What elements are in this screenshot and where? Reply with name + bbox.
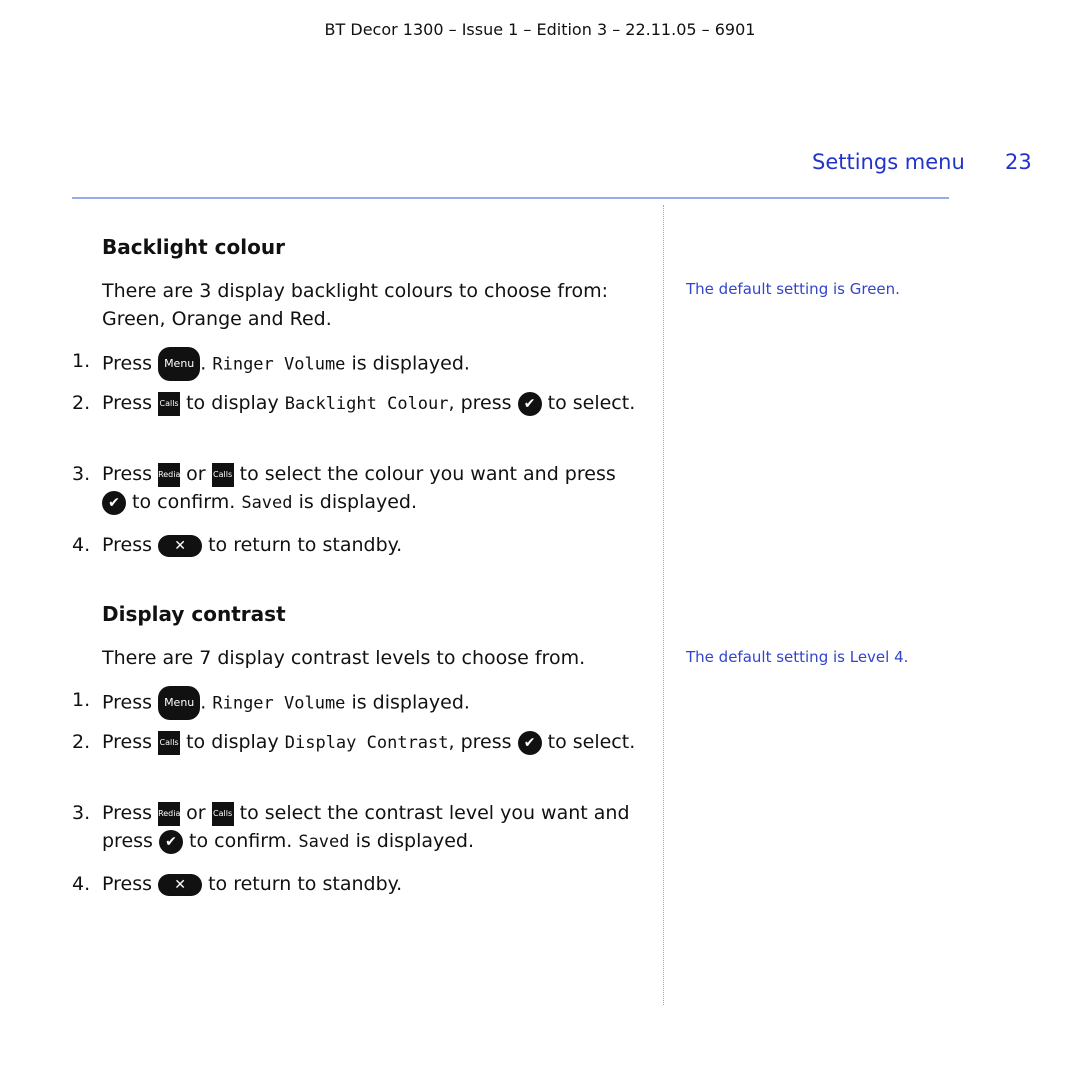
contrast-heading: Display contrast xyxy=(102,602,286,626)
cancel-key-icon: ✕ xyxy=(158,534,203,557)
header-rule xyxy=(72,197,949,199)
step-4: 4. Press ✕ to return to standby. xyxy=(72,534,403,557)
ok-check-icon: ✔ xyxy=(517,391,542,416)
menu-key-icon: Menu xyxy=(158,347,201,381)
redial-up-key-icon: Redial xyxy=(158,801,183,826)
page-number: 23 xyxy=(1005,150,1032,174)
step-1: 1. Press Menu. Ringer Volume is displayed… xyxy=(72,347,642,381)
ok-check-icon: ✔ xyxy=(102,490,126,515)
backlight-intro: There are 3 display backlight colours to… xyxy=(102,280,609,330)
backlight-heading: Backlight colour xyxy=(102,235,285,259)
step-3: 3. Press Redial or Calls to select the co… xyxy=(72,462,616,515)
ok-check-icon: ✔ xyxy=(517,730,542,755)
step-3: 3. Press Redial or Calls to select the co… xyxy=(72,801,630,854)
calls-down-key-icon: Calls xyxy=(158,730,181,755)
redial-up-key-icon: Redial xyxy=(158,462,183,487)
contrast-default-note: The default setting is Level 4. xyxy=(686,648,909,666)
document-header: BT Decor 1300 – Issue 1 – Edition 3 – 22… xyxy=(324,20,756,39)
calls-down-key-icon: Calls xyxy=(158,391,181,416)
cancel-key-icon: ✕ xyxy=(158,873,203,896)
step-4: 4. Press ✕ to return to standby. xyxy=(72,873,403,896)
calls-down-key-icon: Calls xyxy=(211,462,234,487)
step-2: 2. Press Calls to display Backlight Colou… xyxy=(72,391,636,416)
column-divider xyxy=(663,205,664,1005)
section-title: Settings menu xyxy=(812,150,965,174)
calls-down-key-icon: Calls xyxy=(211,801,234,826)
menu-key-icon: Menu xyxy=(158,686,201,720)
step-1: 1. Press Menu. Ringer Volume is displayed… xyxy=(72,686,642,720)
contrast-intro: There are 7 display contrast levels to c… xyxy=(102,647,586,669)
backlight-default-note: The default setting is Green. xyxy=(686,280,900,298)
step-2: 2. Press Calls to display Display Contras… xyxy=(72,730,636,755)
ok-check-icon: ✔ xyxy=(159,829,183,854)
